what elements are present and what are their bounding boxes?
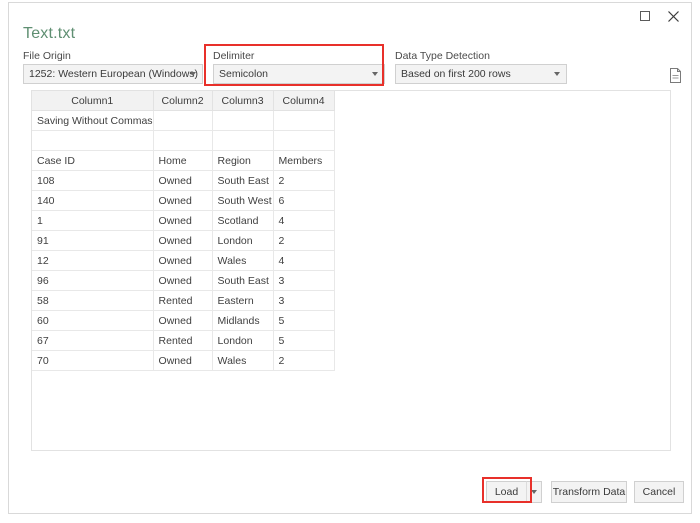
table-row: 140 Owned South West 6: [32, 190, 335, 211]
column-header[interactable]: Column4: [273, 91, 335, 111]
cell: 3: [273, 270, 335, 291]
table-row: 91 Owned London 2: [32, 230, 335, 251]
close-button[interactable]: [659, 5, 687, 27]
cell: 12: [32, 250, 154, 271]
cell: [273, 130, 335, 151]
import-dialog-window: Text.txt File Origin 1252: Western Europ…: [8, 2, 692, 514]
cell: Wales: [212, 350, 274, 371]
cell: Owned: [153, 250, 213, 271]
cell: 96: [32, 270, 154, 291]
column-header[interactable]: Column2: [153, 91, 213, 111]
delimiter-value: Semicolon: [219, 68, 269, 80]
window-titlebar: [3, 3, 691, 29]
load-button[interactable]: Load: [486, 481, 526, 503]
cell: 4: [273, 210, 335, 231]
data-type-detection-value: Based on first 200 rows: [401, 68, 511, 80]
cell: Owned: [153, 170, 213, 191]
cell: Scotland: [212, 210, 274, 231]
table-row: Saving Without Commas: [32, 110, 335, 131]
cell: 2: [273, 350, 335, 371]
cell: [32, 130, 154, 151]
cell: Saving Without Commas: [32, 110, 154, 131]
table-row: 60 Owned Midlands 5: [32, 310, 335, 331]
delimiter-select[interactable]: Semicolon: [213, 64, 385, 84]
table-header-row: Column1 Column2 Column3 Column4: [32, 91, 335, 111]
load-dropdown-button[interactable]: [526, 481, 542, 503]
cell: 70: [32, 350, 154, 371]
cell: 60: [32, 310, 154, 331]
cell: [273, 110, 335, 131]
cell: 5: [273, 310, 335, 331]
cell: Eastern: [212, 290, 274, 311]
chevron-down-icon: [531, 490, 537, 494]
file-origin-label: File Origin: [23, 50, 71, 62]
cell: Owned: [153, 210, 213, 231]
cell: South East: [212, 270, 274, 291]
transform-data-button[interactable]: Transform Data: [551, 481, 627, 503]
cell: Home: [153, 150, 213, 171]
cell: South East: [212, 170, 274, 191]
cell: [212, 130, 274, 151]
cell: Midlands: [212, 310, 274, 331]
cell: Rented: [153, 290, 213, 311]
cell: 1: [32, 210, 154, 231]
cell: South West: [212, 190, 274, 211]
cell: 140: [32, 190, 154, 211]
data-type-detection-select[interactable]: Based on first 200 rows: [395, 64, 567, 84]
preview-table: Column1 Column2 Column3 Column4 Saving W…: [32, 91, 335, 371]
table-row: 1 Owned Scotland 4: [32, 210, 335, 231]
cell: Members: [273, 150, 335, 171]
cell: 5: [273, 330, 335, 351]
cell: Owned: [153, 190, 213, 211]
cell: Region: [212, 150, 274, 171]
cell: Owned: [153, 350, 213, 371]
column-header[interactable]: Column3: [212, 91, 274, 111]
cell: [153, 110, 213, 131]
file-origin-select[interactable]: 1252: Western European (Windows): [23, 64, 203, 84]
cell: London: [212, 330, 274, 351]
chevron-down-icon: [190, 72, 196, 76]
document-settings-icon[interactable]: [668, 67, 684, 85]
cell: 2: [273, 170, 335, 191]
cell: 67: [32, 330, 154, 351]
cell: Owned: [153, 310, 213, 331]
data-type-detection-label: Data Type Detection: [395, 50, 490, 62]
cell: Owned: [153, 230, 213, 251]
table-row: 12 Owned Wales 4: [32, 250, 335, 271]
data-preview-panel[interactable]: Column1 Column2 Column3 Column4 Saving W…: [31, 90, 671, 451]
maximize-button[interactable]: [631, 5, 659, 27]
table-row: 58 Rented Eastern 3: [32, 290, 335, 311]
cell: Rented: [153, 330, 213, 351]
cell: 2: [273, 230, 335, 251]
cell: Case ID: [32, 150, 154, 171]
cell: 91: [32, 230, 154, 251]
file-origin-value: 1252: Western European (Windows): [29, 68, 199, 80]
table-row: Case ID Home Region Members: [32, 150, 335, 171]
chevron-down-icon: [554, 72, 560, 76]
cell: 4: [273, 250, 335, 271]
cell: Owned: [153, 270, 213, 291]
cell: 108: [32, 170, 154, 191]
cell: Wales: [212, 250, 274, 271]
cell: London: [212, 230, 274, 251]
table-row: 70 Owned Wales 2: [32, 350, 335, 371]
delimiter-label: Delimiter: [213, 50, 255, 62]
chevron-down-icon: [372, 72, 378, 76]
cell: [153, 130, 213, 151]
column-header[interactable]: Column1: [32, 91, 154, 111]
preview-table-body: Saving Without Commas Case ID Home Regio…: [32, 110, 335, 371]
cell: 6: [273, 190, 335, 211]
cell: 3: [273, 290, 335, 311]
table-row: [32, 130, 335, 151]
cell: [212, 110, 274, 131]
cancel-button[interactable]: Cancel: [634, 481, 684, 503]
table-row: 108 Owned South East 2: [32, 170, 335, 191]
page-title: Text.txt: [23, 25, 76, 42]
table-row: 67 Rented London 5: [32, 330, 335, 351]
cell: 58: [32, 290, 154, 311]
table-row: 96 Owned South East 3: [32, 270, 335, 291]
